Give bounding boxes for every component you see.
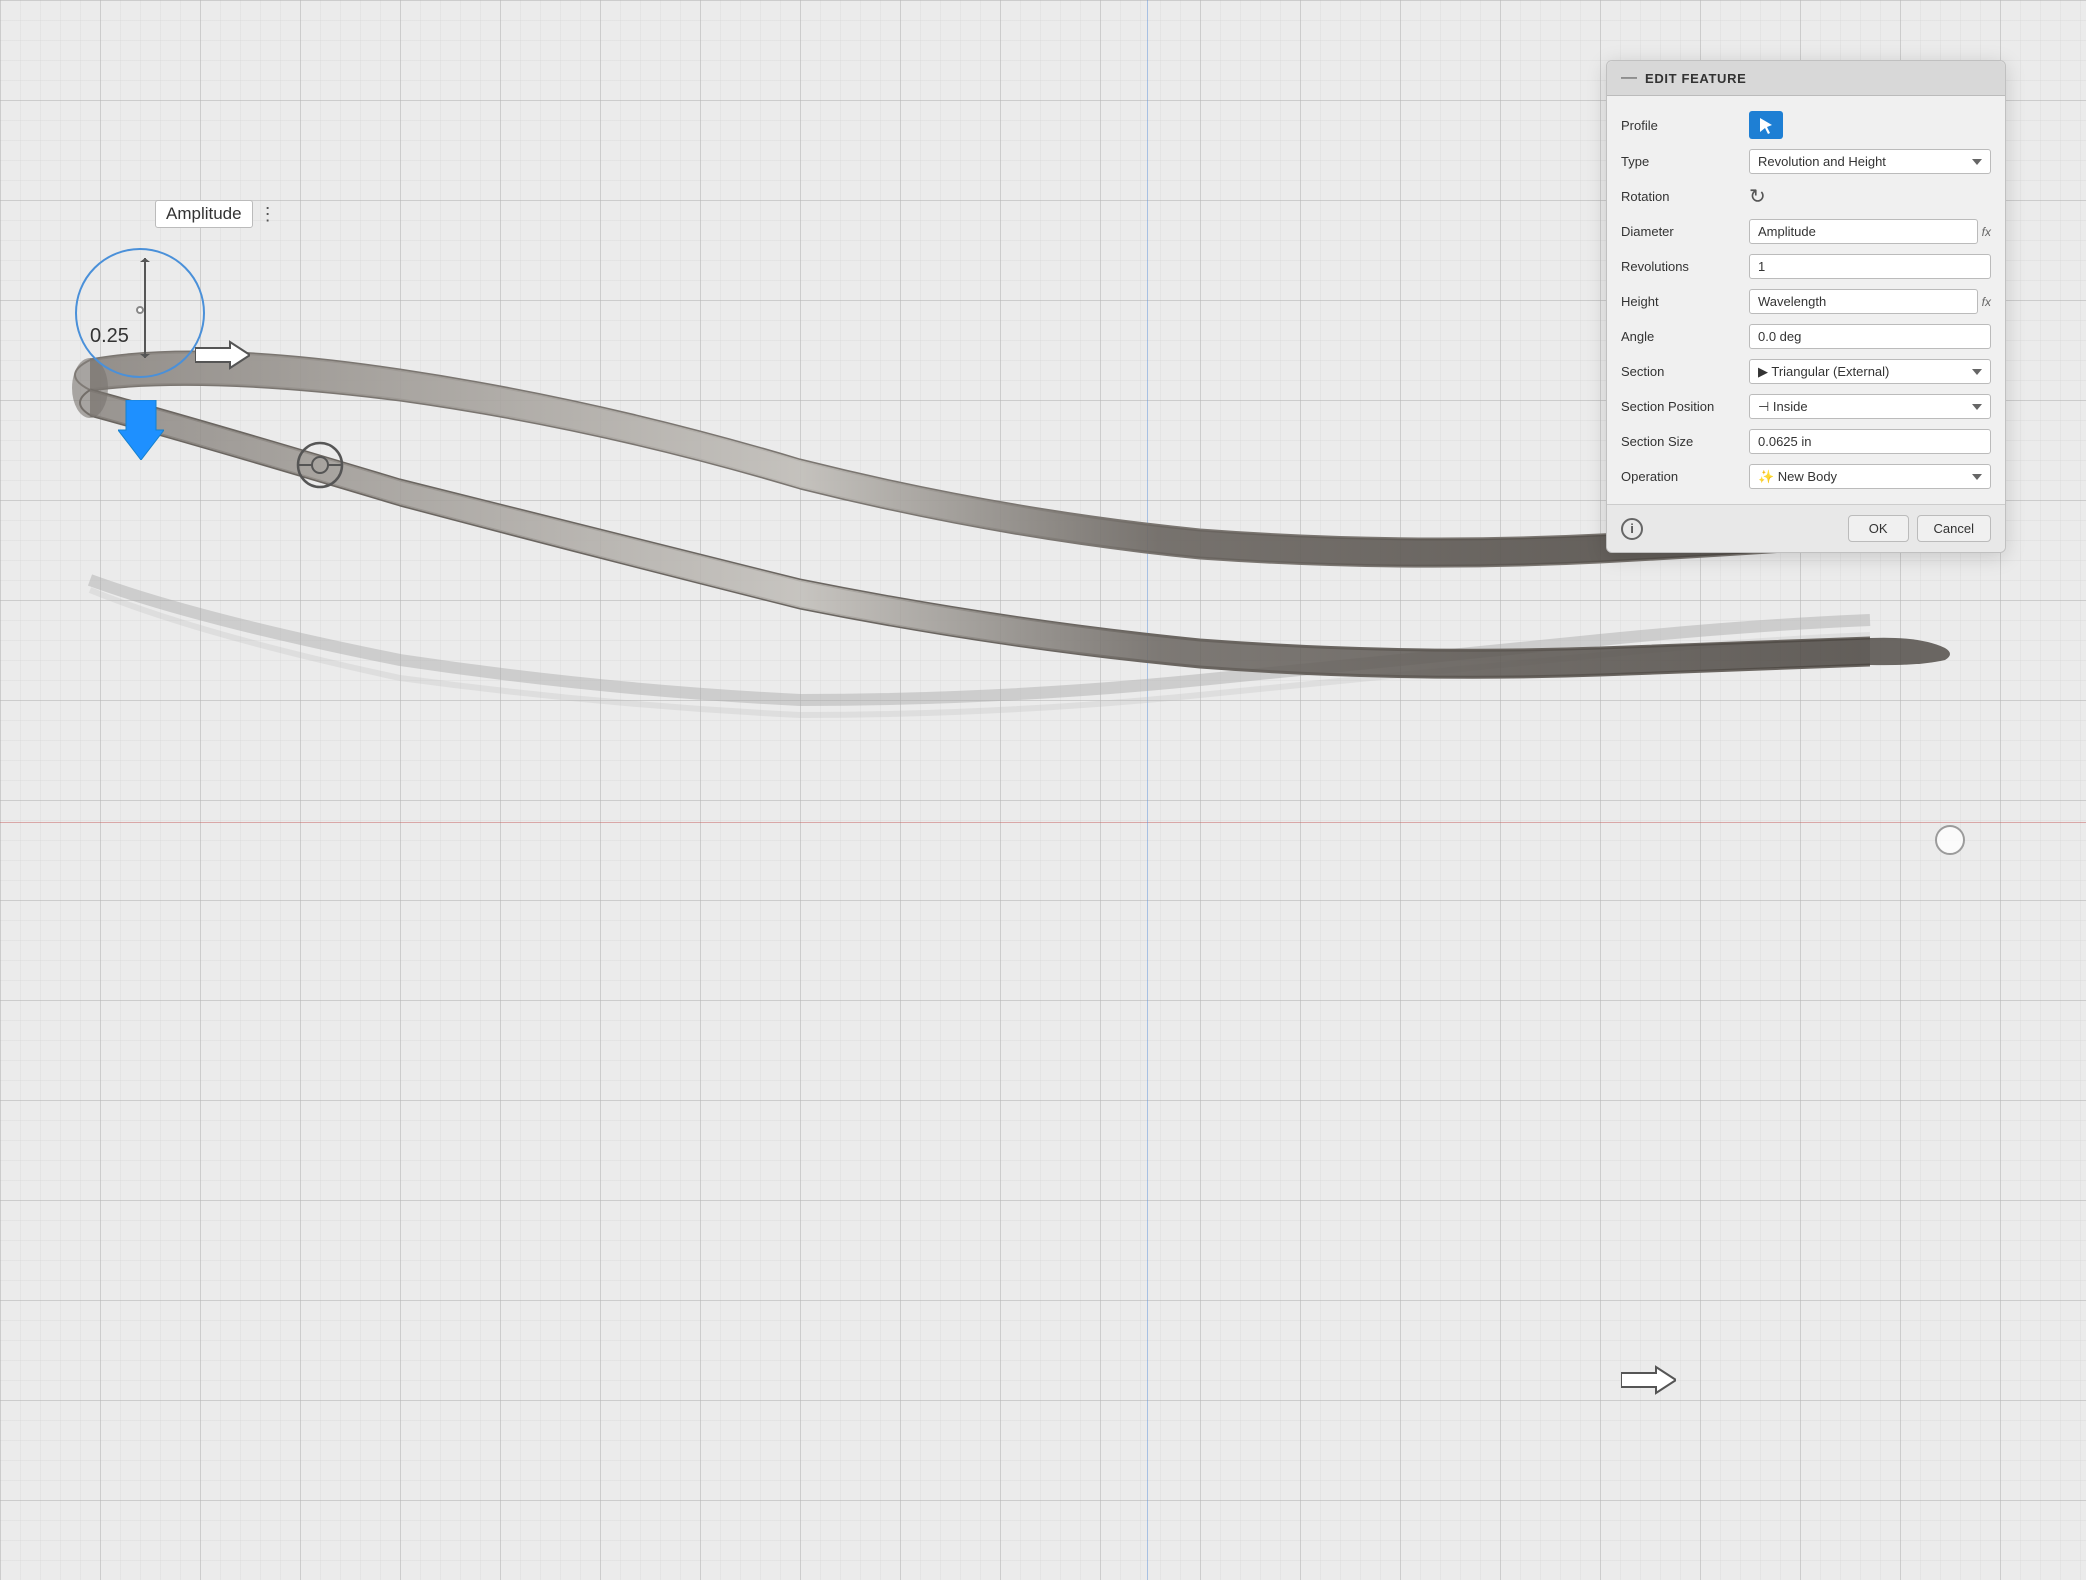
section-position-label: Section Position [1621,399,1741,414]
panel-header: — EDIT FEATURE [1607,61,2005,96]
section-select[interactable]: ▶ Triangular (External) ▶ Circular ▶ Squ… [1749,359,1991,384]
diameter-input[interactable] [1749,219,1978,244]
rotation-control: ↻ [1749,184,1991,209]
panel-body: Profile Type Revolution and Height Revol… [1607,96,2005,504]
type-select[interactable]: Revolution and Height Revolution and Pit… [1749,149,1991,174]
revolutions-input[interactable] [1749,254,1991,279]
section-size-label: Section Size [1621,434,1741,449]
axis-horizontal [0,822,2086,823]
height-label: Height [1621,294,1741,309]
operation-row: Operation ✨ New Body ✨ Join ✨ Cut ✨ Inte… [1607,459,2005,494]
edit-feature-panel: — EDIT FEATURE Profile Type Revolution a… [1606,60,2006,553]
profile-label: Profile [1621,118,1741,133]
arrow-bottom-right-icon [1621,1365,1676,1395]
center-dot [136,306,144,314]
operation-label: Operation [1621,469,1741,484]
diameter-label: Diameter [1621,224,1741,239]
footer-buttons: OK Cancel [1848,515,1991,542]
revolutions-label: Revolutions [1621,259,1741,274]
cancel-button[interactable]: Cancel [1917,515,1991,542]
type-control: Revolution and Height Revolution and Pit… [1749,149,1991,174]
operation-select[interactable]: ✨ New Body ✨ Join ✨ Cut ✨ Intersect [1749,464,1991,489]
diameter-control: fx [1749,219,1991,244]
height-control: fx [1749,289,1991,314]
section-position-control: ⊣ Inside ⊣ Outside ⊣ Center [1749,394,1991,419]
panel-footer: i OK Cancel [1607,504,2005,552]
height-input[interactable] [1749,289,1978,314]
revolutions-control [1749,254,1991,279]
type-row: Type Revolution and Height Revolution an… [1607,144,2005,179]
profile-row: Profile [1607,106,2005,144]
arrow-right-icon [195,340,250,370]
ok-button[interactable]: OK [1848,515,1909,542]
amplitude-label-text: Amplitude [155,200,253,228]
diameter-fx-badge[interactable]: fx [1982,225,1991,239]
section-row: Section ▶ Triangular (External) ▶ Circul… [1607,354,2005,389]
rotation-row: Rotation ↻ [1607,179,2005,214]
panel-collapse-icon[interactable]: — [1621,69,1637,87]
angle-control [1749,324,1991,349]
section-position-select[interactable]: ⊣ Inside ⊣ Outside ⊣ Center [1749,394,1991,419]
amplitude-menu-dots[interactable]: ⋮ [259,204,277,225]
height-fx-badge[interactable]: fx [1982,295,1991,309]
section-size-input[interactable] [1749,429,1991,454]
angle-row: Angle [1607,319,2005,354]
rotation-icon[interactable]: ↻ [1749,186,1766,208]
dimension-value: 0.25 [90,325,129,348]
section-label: Section [1621,364,1741,379]
diameter-row: Diameter fx [1607,214,2005,249]
section-size-control [1749,429,1991,454]
profile-button[interactable] [1749,111,1783,139]
section-position-row: Section Position ⊣ Inside ⊣ Outside ⊣ Ce… [1607,389,2005,424]
coil-symbol-icon [295,440,345,490]
arrow-down-blue-icon [118,400,164,460]
type-label: Type [1621,154,1741,169]
profile-control [1749,111,1991,139]
section-control: ▶ Triangular (External) ▶ Circular ▶ Squ… [1749,359,1991,384]
angle-input[interactable] [1749,324,1991,349]
info-button[interactable]: i [1621,518,1643,540]
revolutions-row: Revolutions [1607,249,2005,284]
rotation-label: Rotation [1621,189,1741,204]
section-size-row: Section Size [1607,424,2005,459]
height-row: Height fx [1607,284,2005,319]
panel-title: EDIT FEATURE [1645,71,1746,86]
cursor-icon [1758,116,1774,134]
angle-label: Angle [1621,329,1741,344]
operation-control: ✨ New Body ✨ Join ✨ Cut ✨ Intersect [1749,464,1991,489]
amplitude-annotation: Amplitude ⋮ [155,200,277,228]
axis-vertical [1147,0,1148,1580]
